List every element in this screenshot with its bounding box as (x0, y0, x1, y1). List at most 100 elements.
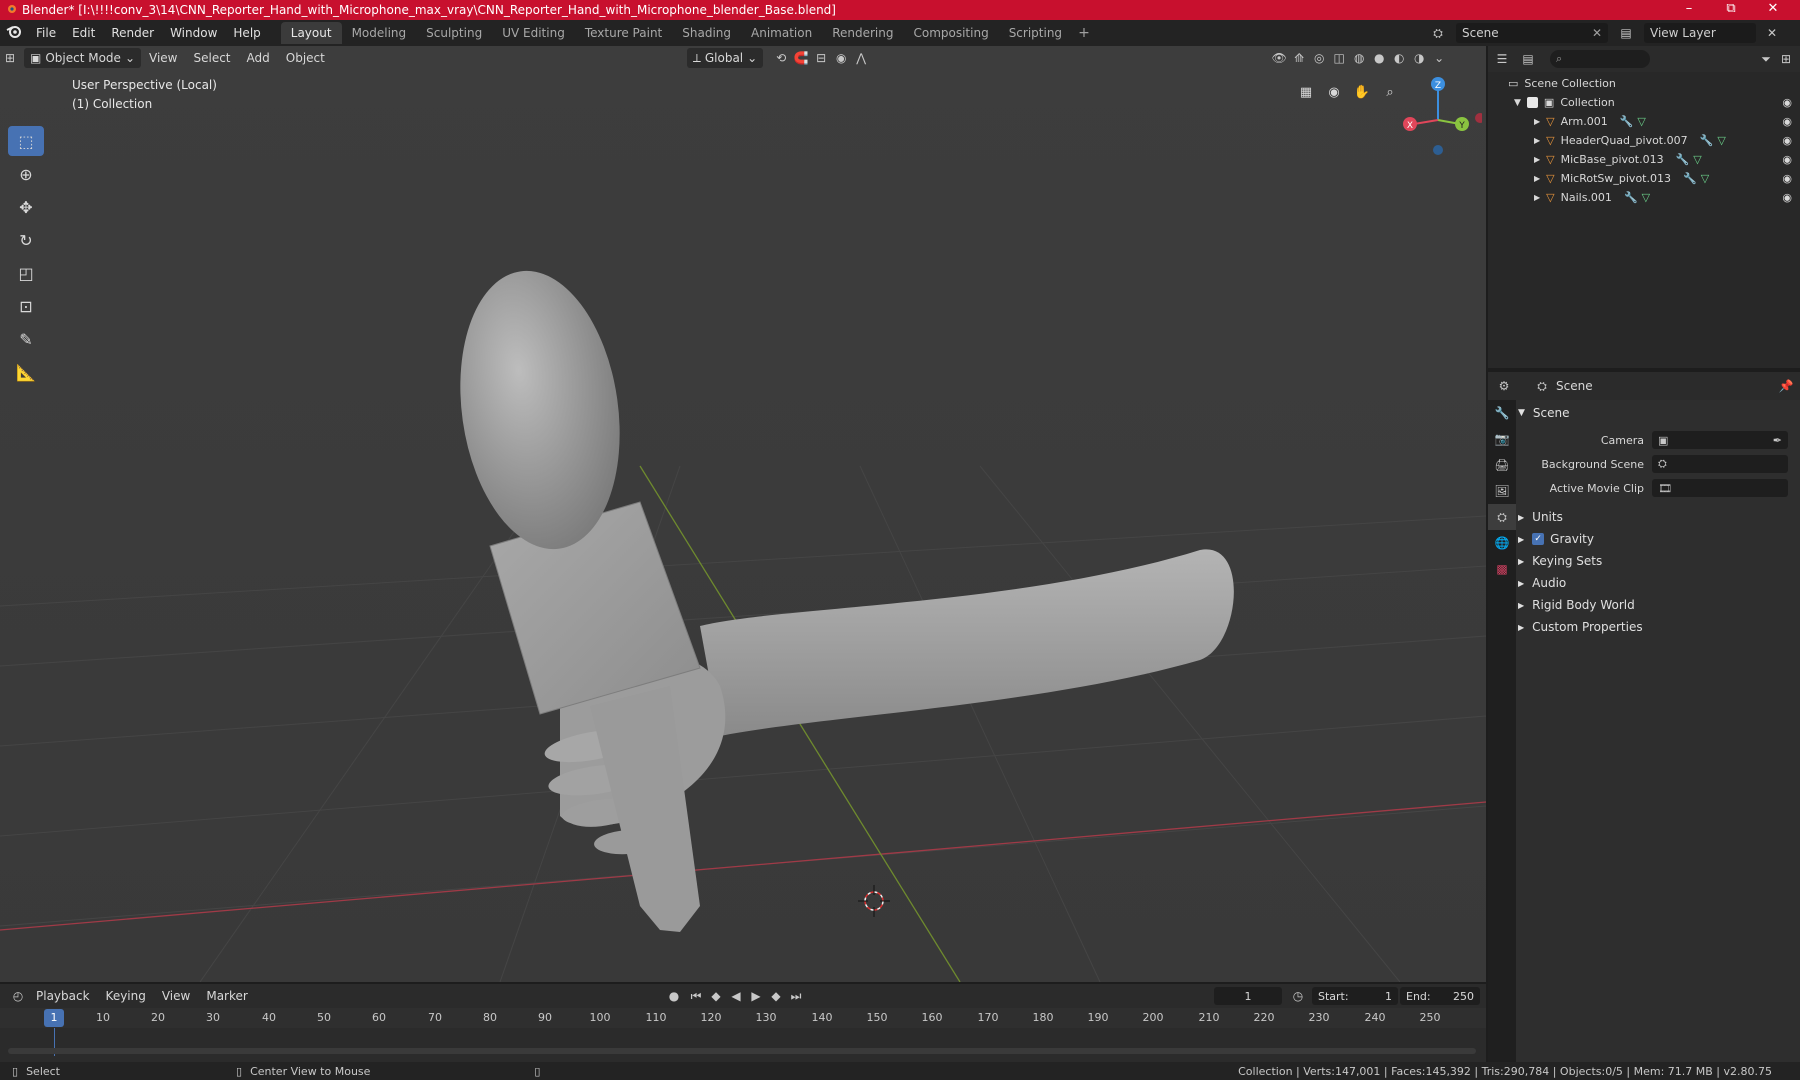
eye-icon[interactable]: ◉ (1782, 115, 1792, 128)
eye-icon[interactable]: ◉ (1782, 191, 1792, 204)
pin-icon[interactable]: 📌 (1776, 376, 1796, 396)
annotate-tool-icon[interactable]: ✎ (8, 324, 44, 354)
expand-arrow-icon[interactable]: ▼ (1514, 98, 1521, 108)
falloff-icon[interactable]: ⋀ (851, 48, 871, 68)
tool-tab-icon[interactable]: 🔧 (1488, 400, 1516, 426)
add-workspace-button[interactable]: + (1072, 25, 1096, 41)
visibility-icon[interactable]: 👁 (1269, 48, 1289, 68)
menu-edit[interactable]: Edit (64, 20, 103, 46)
tab-sculpting[interactable]: Sculpting (416, 22, 492, 44)
next-keyframe-icon[interactable]: ◆ (766, 986, 786, 1006)
maximize-button[interactable]: ⧉ (1710, 0, 1752, 20)
outliner-row-object[interactable]: ▶ ▽ Arm.001 🔧 ▽ ◉ (1488, 112, 1800, 131)
tab-rendering[interactable]: Rendering (822, 22, 903, 44)
scene-panel-header[interactable]: ▼ Scene (1518, 402, 1800, 424)
start-frame-field[interactable]: Start: 1 (1312, 987, 1398, 1005)
3d-viewport[interactable]: User Perspective (Local) (1) Collection … (0, 46, 1486, 982)
expand-arrow-icon[interactable]: ▶ (1534, 136, 1540, 145)
tab-animation[interactable]: Animation (741, 22, 822, 44)
view-layer-selector[interactable]: View Layer (1644, 23, 1756, 43)
rigid-body-world-panel-header[interactable]: ▶ Rigid Body World (1518, 594, 1800, 616)
expand-arrow-icon[interactable]: ▶ (1534, 193, 1540, 202)
tab-uv-editing[interactable]: UV Editing (492, 22, 575, 44)
scale-tool-icon[interactable]: ◰ (8, 258, 44, 288)
timeline-scrollbar[interactable] (8, 1048, 1476, 1054)
prev-keyframe-icon[interactable]: ◆ (706, 986, 726, 1006)
menu-window[interactable]: Window (162, 20, 225, 46)
tab-modeling[interactable]: Modeling (342, 22, 417, 44)
render-tab-icon[interactable]: 📷 (1488, 426, 1516, 452)
audio-panel-header[interactable]: ▶ Audio (1518, 572, 1800, 594)
menu-select[interactable]: Select (185, 51, 238, 65)
overlay-toggle-icon[interactable]: ◎ (1309, 48, 1329, 68)
frame-ruler[interactable]: 1 10 20 30 40 50 60 70 80 90 100 110 120… (0, 1008, 1486, 1028)
pan-hand-icon[interactable]: ✋ (1350, 80, 1374, 104)
expand-arrow-icon[interactable]: ▶ (1534, 155, 1540, 164)
perspective-toggle-icon[interactable]: ▦ (1294, 80, 1318, 104)
end-frame-field[interactable]: End: 250 (1400, 987, 1480, 1005)
outliner-row-object[interactable]: ▶ ▽ HeaderQuad_pivot.007 🔧 ▽ ◉ (1488, 131, 1800, 150)
transform-tool-icon[interactable]: ⊡ (8, 291, 44, 321)
view-layer-close-icon[interactable]: ✕ (1762, 23, 1782, 43)
tab-compositing[interactable]: Compositing (903, 22, 998, 44)
menu-render[interactable]: Render (103, 20, 162, 46)
properties-editor-icon[interactable]: ⚙ (1494, 376, 1514, 396)
scene-icon[interactable]: ⛭ (1428, 23, 1448, 43)
menu-add[interactable]: Add (239, 51, 278, 65)
background-scene-field[interactable]: ⛭ (1652, 455, 1788, 473)
snap-target-icon[interactable]: ⊟ (811, 48, 831, 68)
rotate-tool-icon[interactable]: ↻ (8, 225, 44, 255)
xray-toggle-icon[interactable]: ◫ (1329, 48, 1349, 68)
menu-keying[interactable]: Keying (98, 989, 154, 1003)
menu-view[interactable]: View (141, 51, 185, 65)
eye-icon[interactable]: ◉ (1782, 96, 1792, 109)
collection-checkbox[interactable] (1526, 97, 1538, 108)
menu-marker[interactable]: Marker (198, 989, 255, 1003)
outliner-search-input[interactable]: ⌕ (1550, 50, 1650, 68)
transform-orientation-dropdown[interactable]: ⟂ Global ⌄ (686, 48, 764, 68)
keying-sets-panel-header[interactable]: ▶ Keying Sets (1518, 550, 1800, 572)
gizmo-toggle-icon[interactable]: ⟰ (1289, 48, 1309, 68)
custom-properties-panel-header[interactable]: ▶ Custom Properties (1518, 616, 1800, 638)
close-button[interactable]: ✕ (1752, 0, 1794, 20)
eyedropper-icon[interactable]: ✒ (1773, 434, 1782, 447)
active-movie-clip-field[interactable]: 🎞 (1652, 479, 1788, 497)
gravity-checkbox[interactable]: ✓ (1532, 533, 1545, 545)
proportional-edit-icon[interactable]: ◉ (831, 48, 851, 68)
outliner-row-object[interactable]: ▶ ▽ MicRotSw_pivot.013 🔧 ▽ ◉ (1488, 169, 1800, 188)
view-layer-tab-icon[interactable]: 🖼 (1488, 478, 1516, 504)
blender-menu-icon[interactable] (0, 23, 28, 43)
gizmo-neg-x-icon[interactable] (1475, 113, 1482, 123)
jump-start-icon[interactable]: ⏮ (686, 986, 706, 1006)
menu-file[interactable]: File (28, 20, 64, 46)
menu-timeline-view[interactable]: View (154, 989, 198, 1003)
gizmo-neg-z-icon[interactable] (1433, 145, 1443, 155)
scene-selector[interactable]: Scene ✕ (1456, 23, 1608, 43)
camera-field[interactable]: ▣ ✒ (1652, 431, 1788, 449)
material-shading-icon[interactable]: ◐ (1389, 48, 1409, 68)
tab-scripting[interactable]: Scripting (999, 22, 1072, 44)
units-panel-header[interactable]: ▶ Units (1518, 506, 1800, 528)
play-icon[interactable]: ▶ (746, 986, 766, 1006)
filter-icon[interactable]: ⏷ (1756, 49, 1776, 69)
gravity-panel-header[interactable]: ▶ ✓ Gravity (1518, 528, 1800, 550)
outliner-editor-icon[interactable]: ☰ (1492, 49, 1512, 69)
cursor-tool-icon[interactable]: ⊕ (8, 159, 44, 189)
output-tab-icon[interactable]: 🖨 (1488, 452, 1516, 478)
mode-dropdown[interactable]: ▣ Object Mode ⌄ (24, 48, 141, 68)
tab-layout[interactable]: Layout (280, 22, 342, 44)
wireframe-shading-icon[interactable]: ◍ (1349, 48, 1369, 68)
editor-type-icon[interactable]: ⊞ (0, 48, 20, 68)
menu-help[interactable]: Help (225, 20, 268, 46)
shading-options-icon[interactable]: ⌄ (1429, 48, 1449, 68)
outliner-row-collection[interactable]: ▼ ▣ Collection ◉ (1488, 93, 1800, 112)
camera-view-icon[interactable]: ◉ (1322, 80, 1346, 104)
menu-playback[interactable]: Playback (28, 989, 98, 1003)
expand-arrow-icon[interactable]: ▶ (1534, 174, 1540, 183)
menu-object[interactable]: Object (278, 51, 333, 65)
tab-texture-paint[interactable]: Texture Paint (575, 22, 672, 44)
pivot-point-icon[interactable]: ⟲ (771, 48, 791, 68)
outliner-row-scene-collection[interactable]: ▭ Scene Collection (1488, 74, 1800, 93)
expand-arrow-icon[interactable]: ▶ (1534, 117, 1540, 126)
tab-shading[interactable]: Shading (672, 22, 741, 44)
